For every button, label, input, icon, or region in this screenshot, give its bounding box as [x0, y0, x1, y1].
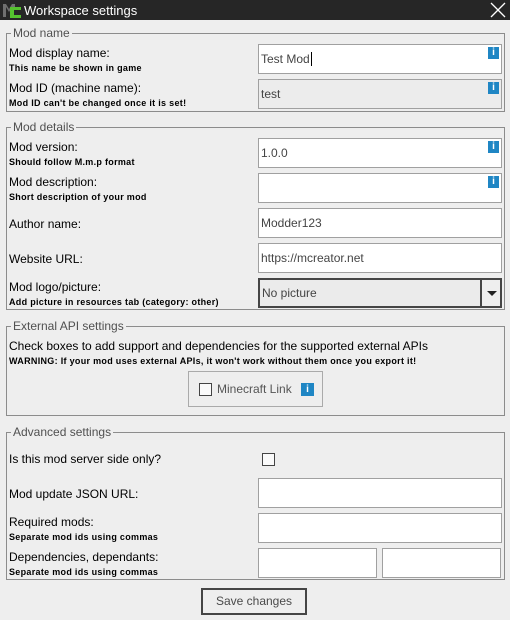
logo-hint: Add picture in resources tab (category: …	[9, 297, 219, 307]
logo-dropdown[interactable]: No picture	[258, 278, 502, 308]
mod-id-hint: Mod ID can't be changed once it is set!	[9, 98, 187, 108]
author-value: Modder123	[261, 216, 322, 230]
dropdown-button[interactable]	[480, 280, 500, 306]
external-api-list: Minecraft Link i	[188, 371, 323, 407]
dependencies-label: Dependencies, dependants:	[9, 550, 159, 564]
info-icon[interactable]: i	[488, 82, 499, 94]
author-input[interactable]: Modder123	[258, 208, 502, 238]
server-side-checkbox[interactable]	[262, 453, 275, 466]
api-item-minecraft-link[interactable]: Minecraft Link i	[199, 382, 319, 398]
mod-name-legend: Mod name	[11, 26, 72, 40]
window-title: Workspace settings	[24, 3, 138, 18]
save-changes-button[interactable]: Save changes	[201, 588, 307, 615]
version-value: 1.0.0	[261, 146, 288, 160]
info-icon[interactable]: i	[301, 383, 314, 396]
mod-details-legend: Mod details	[11, 120, 77, 134]
dependencies-hint: Separate mod ids using commas	[9, 567, 159, 577]
info-icon[interactable]: i	[488, 47, 499, 59]
dependencies-input[interactable]	[258, 548, 377, 578]
version-input[interactable]: 1.0.0 i	[258, 138, 502, 168]
required-mods-label: Required mods:	[9, 515, 94, 529]
minecraft-link-checkbox[interactable]	[199, 383, 212, 396]
server-side-label: Is this mod server side only?	[9, 452, 162, 466]
info-icon[interactable]: i	[488, 176, 499, 188]
description-label: Mod description:	[9, 175, 98, 189]
version-label: Mod version:	[9, 140, 78, 154]
website-label: Website URL:	[9, 252, 83, 266]
update-url-input[interactable]	[258, 478, 502, 508]
display-name-label: Mod display name:	[9, 46, 110, 60]
mod-details-group: Mod details Mod version: Should follow M…	[6, 120, 505, 310]
description-hint: Short description of your mod	[9, 192, 147, 202]
required-mods-hint: Separate mod ids using commas	[9, 532, 159, 542]
mcreator-logo-icon	[3, 4, 21, 18]
close-icon[interactable]	[490, 2, 506, 18]
dependants-input[interactable]	[382, 548, 501, 578]
website-value: https://mcreator.net	[261, 251, 364, 265]
external-api-group: External API settings Check boxes to add…	[6, 319, 505, 416]
logo-selected-value: No picture	[262, 286, 317, 300]
chevron-down-icon	[487, 291, 497, 296]
text-caret	[310, 52, 312, 66]
info-icon[interactable]: i	[488, 141, 499, 153]
display-name-value: Test Mod	[261, 52, 310, 66]
mod-id-value: test	[261, 87, 281, 101]
display-name-hint: This name be shown in game	[9, 63, 142, 73]
logo-label: Mod logo/picture:	[9, 280, 102, 294]
update-url-label: Mod update JSON URL:	[9, 487, 139, 501]
advanced-settings-legend: Advanced settings	[11, 425, 114, 439]
author-label: Author name:	[9, 217, 82, 231]
mod-id-label: Mod ID (machine name):	[9, 81, 142, 95]
advanced-settings-group: Advanced settings Is this mod server sid…	[6, 425, 505, 580]
minecraft-link-label: Minecraft Link	[217, 382, 292, 396]
display-name-input[interactable]: Test Mod i	[258, 44, 502, 74]
version-hint: Should follow M.m.p format	[9, 157, 135, 167]
required-mods-input[interactable]	[258, 513, 502, 543]
description-input[interactable]: i	[258, 173, 502, 203]
mod-id-input: test i	[258, 79, 502, 109]
website-input[interactable]: https://mcreator.net	[258, 243, 502, 273]
external-api-legend: External API settings	[11, 319, 126, 333]
external-api-warning: WARNING: If your mod uses external APIs,…	[9, 356, 417, 366]
mod-name-group: Mod name Mod display name: This name be …	[6, 26, 505, 112]
title-bar: Workspace settings	[0, 0, 510, 20]
external-api-description: Check boxes to add support and dependenc…	[9, 339, 428, 353]
